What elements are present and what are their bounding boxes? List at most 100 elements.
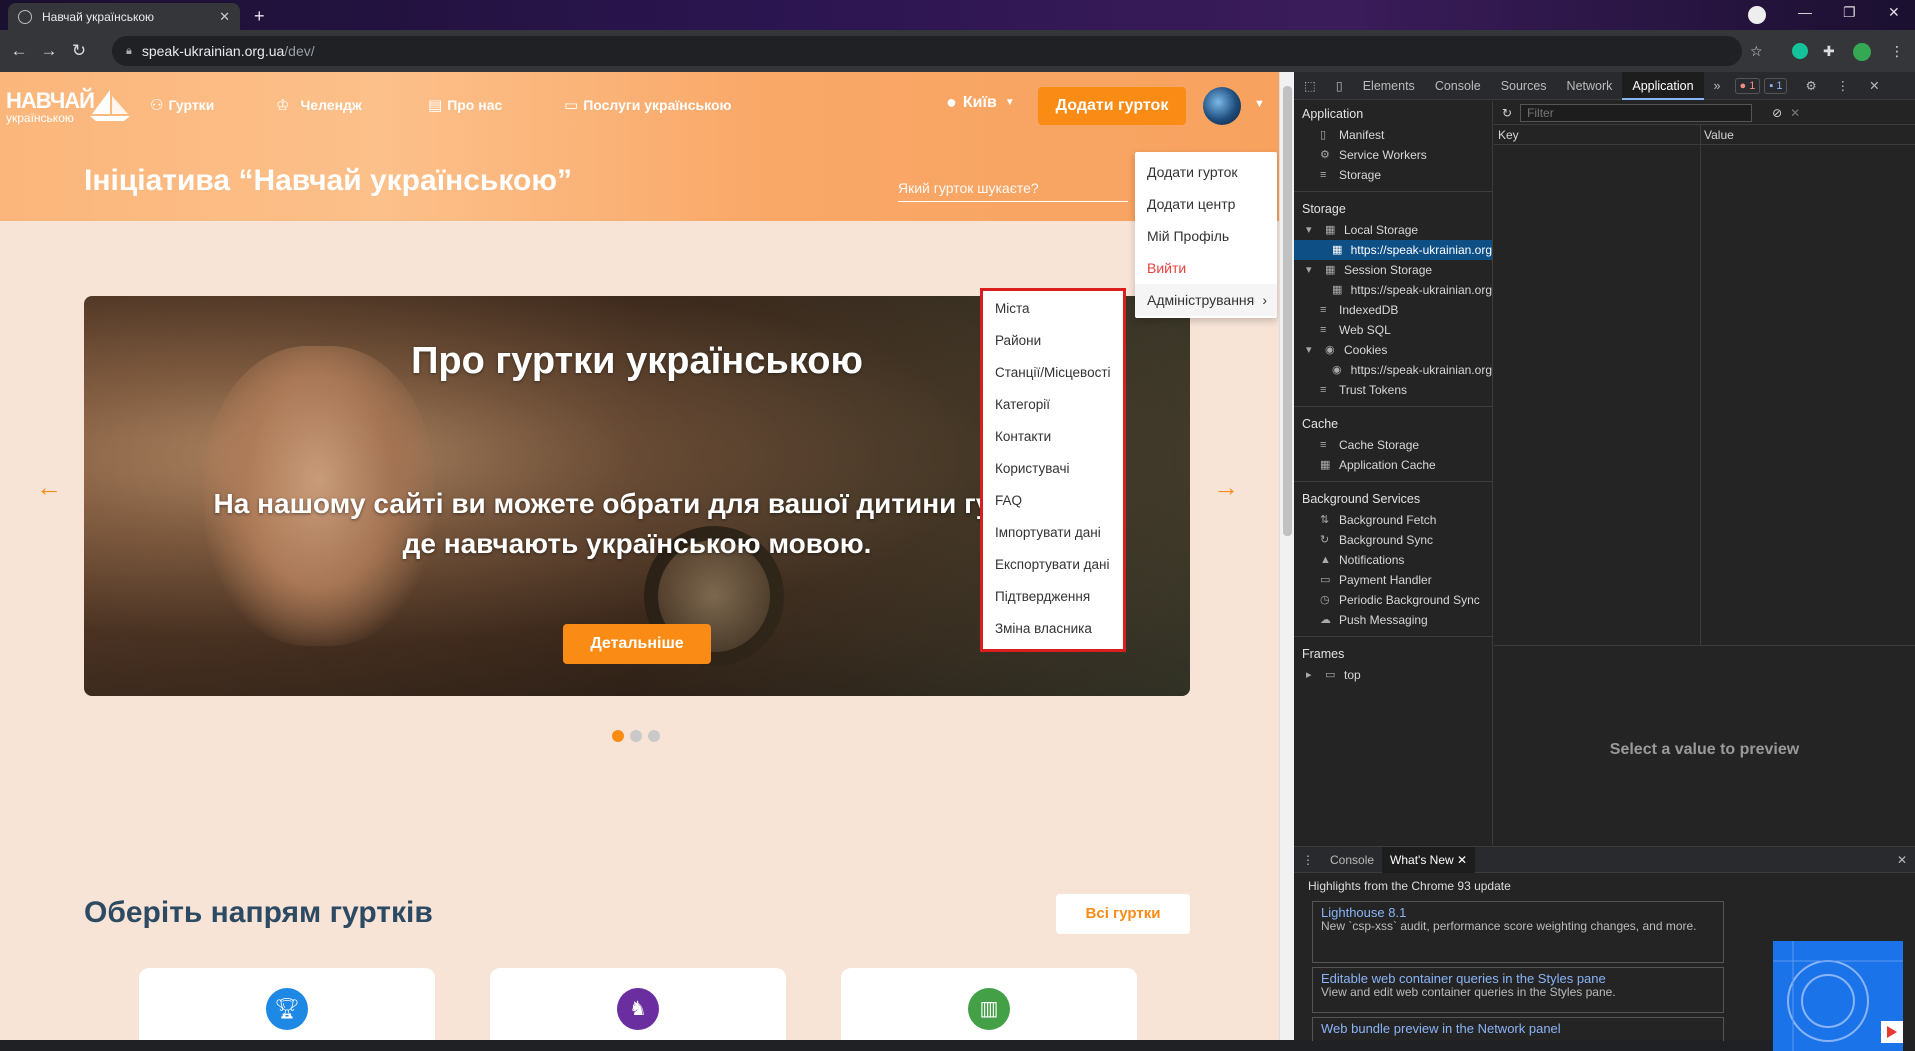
menu-logout[interactable]: Вийти [1135, 252, 1277, 284]
scrollbar-thumb[interactable] [1283, 86, 1292, 536]
close-icon[interactable]: ✕ [1457, 853, 1467, 867]
whats-new-card[interactable]: Lighthouse 8.1 New `csp-xss` audit, perf… [1312, 901, 1724, 963]
sidebar-item-local-storage[interactable]: ▾ ▦ Local Storage [1294, 220, 1492, 240]
admin-cities[interactable]: Міста [983, 293, 1123, 325]
sidebar-item-notifications[interactable]: ▲ Notifications [1294, 550, 1492, 570]
admin-stations[interactable]: Станції/Місцевості [983, 357, 1123, 389]
address-bar[interactable]: 🔒︎ speak-ukrainian.org.ua/dev/ [112, 36, 1742, 66]
sidebar-item-local-origin[interactable]: ▦ https://speak-ukrainian.org [1294, 240, 1492, 260]
tab-console[interactable]: Console [1425, 72, 1491, 100]
admin-contacts[interactable]: Контакти [983, 421, 1123, 453]
sidebar-item-cookies[interactable]: ▾ ◉ Cookies [1294, 340, 1492, 360]
drawer-tab-console[interactable]: Console [1322, 847, 1382, 873]
message-count-badge[interactable]: ▪ 1 [1764, 77, 1788, 94]
sidebar-item-cache-storage[interactable]: ≡ Cache Storage [1294, 435, 1492, 455]
admin-faq[interactable]: FAQ [983, 485, 1123, 517]
admin-districts[interactable]: Райони [983, 325, 1123, 357]
tab-elements[interactable]: Elements [1353, 72, 1425, 100]
nav-about[interactable]: ▤ Про нас [428, 96, 502, 114]
sidebar-item-background-sync[interactable]: ↻ Background Sync [1294, 530, 1492, 550]
sidebar-item-cookies-origin[interactable]: ◉ https://speak-ukrainian.org [1294, 360, 1492, 380]
menu-administration[interactable]: Адміністрування › [1135, 284, 1277, 316]
search-input[interactable] [898, 174, 1128, 202]
forward-icon[interactable]: → [34, 41, 64, 61]
sidebar-item-service-workers[interactable]: ⚙ Service Workers [1294, 145, 1492, 165]
whats-new-card[interactable]: Editable web container queries in the St… [1312, 967, 1724, 1013]
reload-icon[interactable]: ↻ [64, 41, 94, 61]
category-card[interactable]: ♞ [490, 968, 786, 1040]
browser-tab[interactable]: Навчай українською ✕ [8, 3, 240, 30]
carousel-dot[interactable] [630, 730, 642, 742]
nav-challenge[interactable]: ♔ Челендж [276, 96, 362, 114]
menu-my-profile[interactable]: Мій Профіль [1135, 220, 1277, 252]
carousel-dot[interactable] [612, 730, 624, 742]
admin-users[interactable]: Користувачі [983, 453, 1123, 485]
drawer-menu-icon[interactable]: ⋮ [1294, 847, 1322, 873]
delete-selected-icon[interactable]: ✕ [1790, 106, 1800, 120]
whats-new-card[interactable]: Web bundle preview in the Network panel [1312, 1017, 1724, 1041]
more-tabs-icon[interactable]: » [1704, 72, 1731, 100]
sidebar-item-push-messaging[interactable]: ☁ Push Messaging [1294, 610, 1492, 630]
profile-avatar-icon[interactable] [1853, 43, 1871, 61]
city-selector[interactable]: ● Київ ▼ [946, 92, 1015, 113]
drawer-tab-whats-new[interactable]: What's New ✕ [1382, 846, 1476, 873]
error-count-badge[interactable]: ● 1 [1734, 77, 1761, 94]
admin-import-data[interactable]: Імпортувати дані [983, 517, 1123, 549]
menu-add-center[interactable]: Додати центр [1135, 188, 1277, 220]
tab-sources[interactable]: Sources [1491, 72, 1557, 100]
tab-network[interactable]: Network [1557, 72, 1623, 100]
profile-menu-icon[interactable] [1748, 6, 1766, 24]
sidebar-item-background-fetch[interactable]: ⇅ Background Fetch [1294, 510, 1492, 530]
device-toolbar-icon[interactable]: ▯ [1326, 72, 1353, 100]
restore-button[interactable]: ❐ [1843, 4, 1856, 21]
sidebar-item-session-storage[interactable]: ▾ ▦ Session Storage [1294, 260, 1492, 280]
site-logo[interactable]: НАВЧАЙ українською [6, 90, 130, 124]
clear-all-icon[interactable]: ⊘ [1772, 106, 1782, 120]
category-card[interactable]: ▥ [841, 968, 1137, 1040]
nav-services[interactable]: ▭ Послуги українською [564, 96, 731, 114]
minimize-button[interactable]: — [1798, 4, 1812, 20]
sidebar-item-payment-handler[interactable]: ▭ Payment Handler [1294, 570, 1492, 590]
tab-application[interactable]: Application [1622, 71, 1704, 100]
settings-gear-icon[interactable]: ⚙ [1795, 72, 1826, 100]
sidebar-item-indexeddb[interactable]: ≡ IndexedDB [1294, 300, 1492, 320]
browser-menu-icon[interactable]: ⋮ [1890, 43, 1904, 60]
sidebar-item-periodic-sync[interactable]: ◷ Periodic Background Sync [1294, 590, 1492, 610]
new-tab-button[interactable]: + [254, 6, 265, 27]
carousel-prev-arrow-icon[interactable]: ← [36, 472, 62, 503]
card-title[interactable]: Web bundle preview in the Network panel [1321, 1021, 1715, 1036]
user-avatar[interactable] [1203, 87, 1241, 125]
chevron-down-icon[interactable]: ▼ [1254, 98, 1265, 110]
sidebar-item-websql[interactable]: ≡ Web SQL [1294, 320, 1492, 340]
carousel-dot[interactable] [648, 730, 660, 742]
close-drawer-icon[interactable]: ✕ [1889, 847, 1915, 873]
admin-approval[interactable]: Підтвердження [983, 581, 1123, 613]
nav-clubs[interactable]: ⚇ Гуртки [150, 96, 214, 114]
category-card[interactable]: 🏆︎ [139, 968, 435, 1040]
sidebar-item-session-origin[interactable]: ▦ https://speak-ukrainian.org [1294, 280, 1492, 300]
page-scrollbar[interactable] [1279, 72, 1294, 1040]
close-tab-icon[interactable]: ✕ [219, 9, 230, 25]
close-window-button[interactable]: ✕ [1888, 4, 1900, 21]
filter-input[interactable] [1520, 103, 1753, 122]
refresh-icon[interactable]: ↻ [1502, 106, 1512, 120]
admin-export-data[interactable]: Експортувати дані [983, 549, 1123, 581]
sidebar-item-application-cache[interactable]: ▦ Application Cache [1294, 455, 1492, 475]
close-devtools-icon[interactable]: ✕ [1859, 72, 1889, 100]
add-club-button[interactable]: Додати гурток [1038, 87, 1186, 125]
all-clubs-button[interactable]: Всі гуртки [1056, 894, 1190, 934]
sidebar-item-storage[interactable]: ≡ Storage [1294, 165, 1492, 185]
sidebar-item-trust-tokens[interactable]: ≡ Trust Tokens [1294, 380, 1492, 400]
inspect-element-icon[interactable]: ⬚ [1294, 72, 1326, 100]
sidebar-item-manifest[interactable]: ▯ Manifest [1294, 125, 1492, 145]
carousel-next-arrow-icon[interactable]: → [1213, 472, 1239, 503]
column-key[interactable]: Key [1498, 128, 1519, 142]
card-title[interactable]: Lighthouse 8.1 [1321, 905, 1715, 920]
menu-add-club[interactable]: Додати гурток [1135, 156, 1277, 188]
bookmark-star-icon[interactable]: ☆ [1750, 43, 1763, 60]
details-button[interactable]: Детальніше [563, 624, 711, 664]
back-icon[interactable]: ← [4, 41, 34, 61]
admin-categories[interactable]: Категорії [983, 389, 1123, 421]
extensions-puzzle-icon[interactable]: ✚ [1823, 43, 1835, 60]
devtools-menu-icon[interactable]: ⋮ [1827, 72, 1860, 100]
